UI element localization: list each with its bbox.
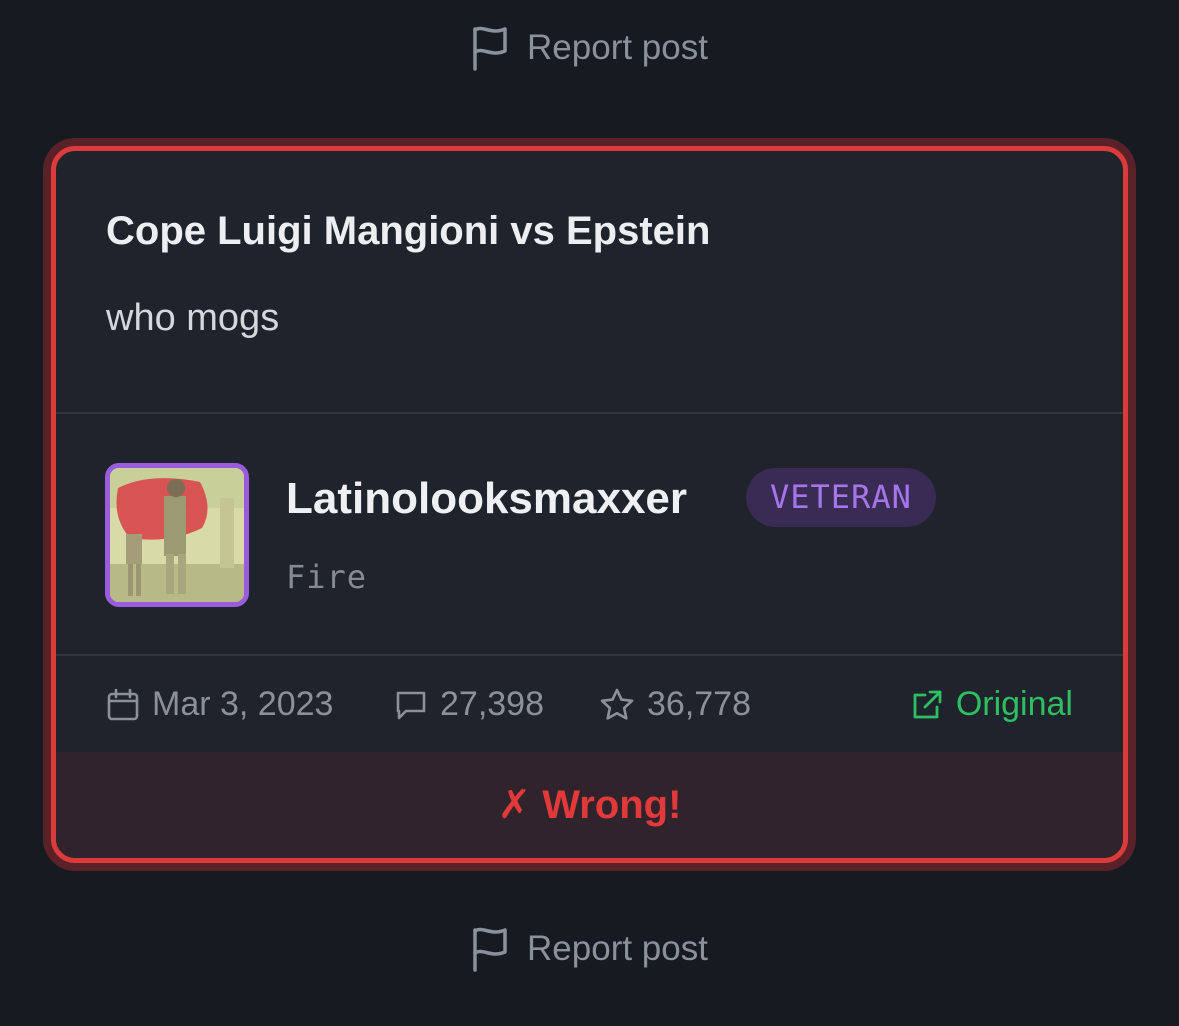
external-link-icon: [910, 688, 944, 722]
avatar[interactable]: [105, 463, 249, 607]
post-card: Cope Luigi Mangioni vs Epstein who mogs: [43, 138, 1136, 871]
avatar-image: [110, 468, 244, 602]
report-post-button-bottom[interactable]: Report post: [0, 919, 1179, 979]
report-post-label: Report post: [527, 929, 708, 968]
post-body: who mogs: [106, 297, 280, 339]
post-header: Cope Luigi Mangioni vs Epstein who mogs: [56, 151, 1123, 414]
original-link-text: Original: [955, 685, 1073, 723]
result-label: ✗ Wrong!: [497, 783, 682, 827]
post-date-text: Mar 3, 2023: [152, 685, 334, 723]
post-date: Mar 3, 2023: [106, 656, 333, 753]
comment-icon: [394, 688, 428, 722]
post-meta: Mar 3, 2023 27,398 36,778 Original: [56, 656, 1123, 753]
post-card-inner: Cope Luigi Mangioni vs Epstein who mogs: [51, 146, 1128, 863]
flag-icon: [471, 926, 509, 972]
post-title: Cope Luigi Mangioni vs Epstein: [106, 209, 711, 253]
report-post-label: Report post: [527, 28, 708, 67]
author-subtitle: Fire: [286, 558, 368, 596]
star-count-text: 36,778: [647, 685, 751, 723]
comment-count-text: 27,398: [440, 685, 544, 723]
comment-count: 27,398: [394, 656, 544, 753]
result-banner: ✗ Wrong!: [56, 752, 1123, 858]
author-name[interactable]: Latinolooksmaxxer: [286, 474, 687, 524]
flag-icon: [471, 25, 509, 71]
veteran-badge: VETERAN: [746, 468, 936, 527]
star-count[interactable]: 36,778: [599, 656, 751, 753]
author-section: Latinolooksmaxxer VETERAN Fire: [56, 414, 1123, 656]
original-link[interactable]: Original: [910, 656, 1073, 753]
star-icon: [599, 687, 635, 723]
report-post-button-top[interactable]: Report post: [0, 18, 1179, 78]
calendar-icon: [106, 688, 140, 722]
